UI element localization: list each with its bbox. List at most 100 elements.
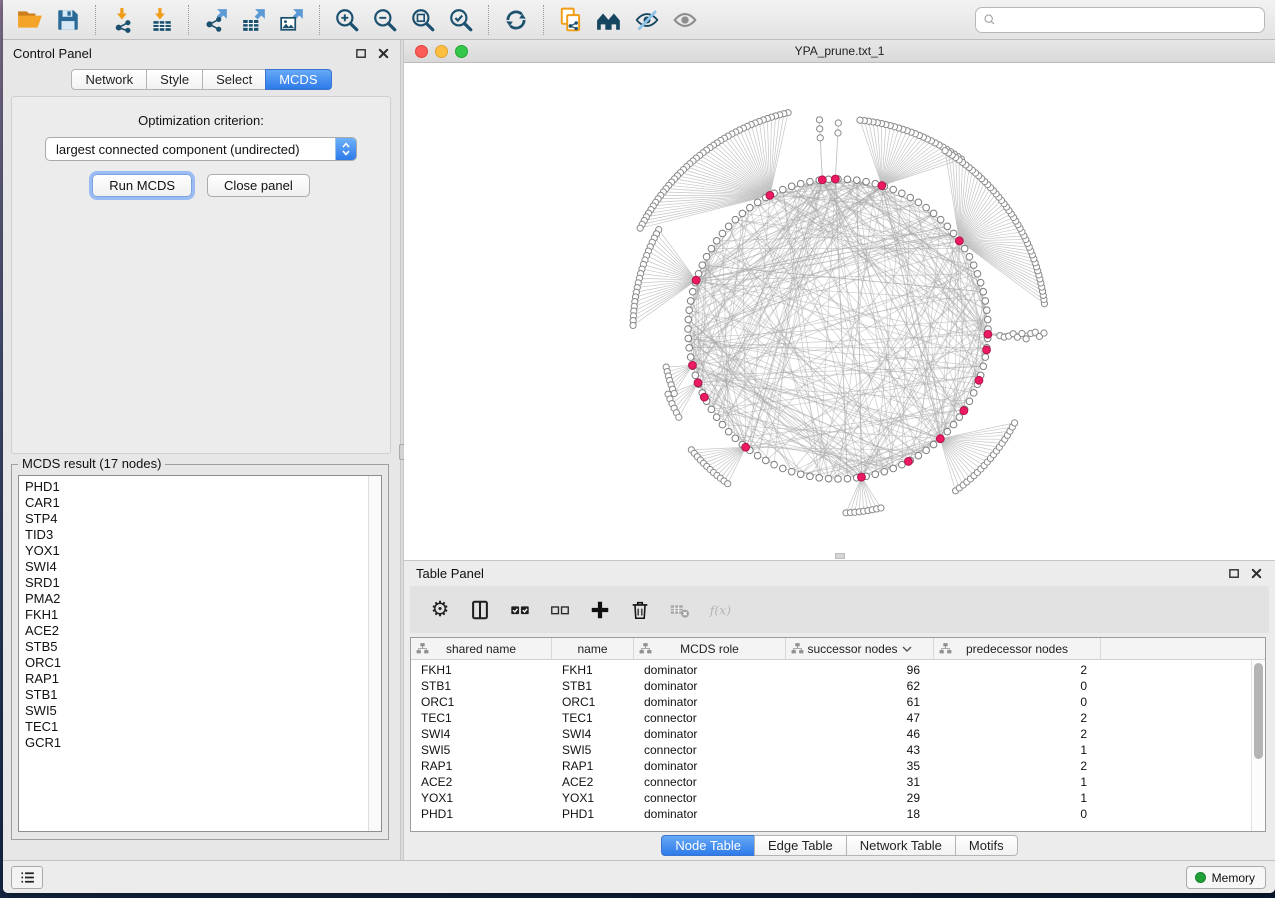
tab-select[interactable]: Select <box>202 69 266 90</box>
delete-table-icon <box>660 592 700 628</box>
mcds-result-item[interactable]: RAP1 <box>25 671 381 687</box>
column-namespace-icon <box>939 642 952 655</box>
network-graph-svg[interactable] <box>404 63 1275 560</box>
window-close-light[interactable] <box>415 45 428 58</box>
column-header-shared-name[interactable]: shared name <box>411 638 552 659</box>
float-panel-icon[interactable] <box>355 47 368 60</box>
mcds-result-box: MCDS result (17 nodes) PHD1CAR1STP4TID3Y… <box>11 464 389 840</box>
column-header-MCDS-role[interactable]: MCDS role <box>634 638 786 659</box>
tab-node-table[interactable]: Node Table <box>661 835 755 856</box>
window-zoom-light[interactable] <box>455 45 468 58</box>
delete-column-icon[interactable] <box>620 592 660 628</box>
horizontal-splitter-grip[interactable] <box>835 553 845 559</box>
export-network-icon[interactable] <box>197 3 235 37</box>
tab-network-table[interactable]: Network Table <box>846 835 956 856</box>
table-cell: YOX1 <box>411 790 552 806</box>
mcds-result-item[interactable]: YOX1 <box>25 543 381 559</box>
zoom-selected-icon[interactable] <box>442 3 480 37</box>
search-icon <box>982 12 998 28</box>
tab-network[interactable]: Network <box>71 69 147 90</box>
import-table-icon[interactable] <box>142 3 180 37</box>
table-row[interactable]: FKH1FKH1dominator962 <box>411 662 1265 678</box>
tab-edge-table[interactable]: Edge Table <box>754 835 847 856</box>
memory-button[interactable]: Memory <box>1186 866 1266 889</box>
refresh-layout-icon[interactable] <box>497 3 535 37</box>
mcds-result-item[interactable]: TID3 <box>25 527 381 543</box>
hide-selected-icon[interactable] <box>628 3 666 37</box>
column-namespace-icon <box>639 642 652 655</box>
table-cell: FKH1 <box>411 662 552 678</box>
tab-motifs[interactable]: Motifs <box>955 835 1018 856</box>
network-canvas[interactable] <box>404 63 1275 560</box>
tab-mcds[interactable]: MCDS <box>265 69 331 90</box>
open-file-icon[interactable] <box>11 3 49 37</box>
mcds-result-item[interactable]: ORC1 <box>25 655 381 671</box>
mcds-result-item[interactable]: STP4 <box>25 511 381 527</box>
mcds-result-item[interactable]: PHD1 <box>25 479 381 495</box>
table-row[interactable]: PHD1PHD1dominator180 <box>411 806 1265 822</box>
export-table-icon[interactable] <box>235 3 273 37</box>
table-row[interactable]: STB1STB1dominator620 <box>411 678 1265 694</box>
table-cell: RAP1 <box>552 758 634 774</box>
run-mcds-button[interactable]: Run MCDS <box>92 174 192 197</box>
mcds-result-item[interactable]: PMA2 <box>25 591 381 607</box>
mcds-result-item[interactable]: CAR1 <box>25 495 381 511</box>
table-cell: SWI4 <box>411 726 552 742</box>
close-panel-icon[interactable] <box>377 47 390 60</box>
status-bar: Memory <box>3 860 1275 893</box>
float-table-panel-icon[interactable] <box>1228 567 1241 580</box>
application-window: Control Panel NetworkStyleSelectMCDS Opt… <box>3 0 1275 893</box>
criterion-dropdown[interactable]: largest connected component (undirected) <box>45 137 357 161</box>
table-panel: Table Panel ⚙ <box>404 560 1275 860</box>
table-row[interactable]: ACE2ACE2connector311 <box>411 774 1265 790</box>
mcds-result-item[interactable]: STB5 <box>25 639 381 655</box>
table-scrollbar-thumb[interactable] <box>1254 663 1263 759</box>
mcds-result-item[interactable]: STB1 <box>25 687 381 703</box>
mcds-result-item[interactable]: GCR1 <box>25 735 381 751</box>
table-row[interactable]: TEC1TEC1connector472 <box>411 710 1265 726</box>
select-all-rows-icon[interactable] <box>500 592 540 628</box>
show-columns-icon[interactable] <box>460 592 500 628</box>
zoom-out-icon[interactable] <box>366 3 404 37</box>
tab-style[interactable]: Style <box>146 69 203 90</box>
task-history-button[interactable] <box>11 866 43 889</box>
table-scrollbar[interactable] <box>1251 660 1265 831</box>
import-network-icon[interactable] <box>104 3 142 37</box>
close-panel-button[interactable]: Close panel <box>207 174 310 197</box>
table-cell: STB1 <box>552 678 634 694</box>
table-cell: TEC1 <box>552 710 634 726</box>
add-column-icon[interactable] <box>580 592 620 628</box>
mcds-result-item[interactable]: TEC1 <box>25 719 381 735</box>
column-settings-gear-icon[interactable]: ⚙ <box>420 592 460 628</box>
zoom-in-icon[interactable] <box>328 3 366 37</box>
show-all-icon[interactable] <box>666 3 704 37</box>
table-row[interactable]: ORC1ORC1dominator610 <box>411 694 1265 710</box>
copy-network-icon[interactable] <box>552 3 590 37</box>
mcds-result-item[interactable]: ACE2 <box>25 623 381 639</box>
mcds-result-item[interactable]: SWI5 <box>25 703 381 719</box>
search-input[interactable] <box>1002 13 1258 28</box>
table-row[interactable]: SWI5SWI5connector431 <box>411 742 1265 758</box>
column-header-predecessor-nodes[interactable]: predecessor nodes <box>934 638 1101 659</box>
result-list-scrollbar[interactable] <box>368 476 381 831</box>
mcds-result-item[interactable]: SWI4 <box>25 559 381 575</box>
window-minimize-light[interactable] <box>435 45 448 58</box>
zoom-fit-icon[interactable] <box>404 3 442 37</box>
table-row[interactable]: RAP1RAP1dominator352 <box>411 758 1265 774</box>
column-header-successor-nodes[interactable]: successor nodes <box>786 638 934 659</box>
table-row[interactable]: SWI4SWI4dominator462 <box>411 726 1265 742</box>
mcds-result-items: PHD1CAR1STP4TID3YOX1SWI4SRD1PMA2FKH1ACE2… <box>19 476 381 751</box>
export-image-icon[interactable] <box>273 3 311 37</box>
table-cell: dominator <box>634 694 786 710</box>
table-cell: SWI4 <box>552 726 634 742</box>
save-session-icon[interactable] <box>49 3 87 37</box>
close-table-panel-icon[interactable] <box>1250 567 1263 580</box>
column-header-name[interactable]: name <box>552 638 634 659</box>
mcds-result-item[interactable]: SRD1 <box>25 575 381 591</box>
clear-selection-icon[interactable] <box>540 592 580 628</box>
table-cell: 2 <box>934 662 1101 678</box>
first-neighbors-icon[interactable] <box>590 3 628 37</box>
control-panel-title: Control Panel <box>13 46 92 61</box>
table-row[interactable]: YOX1YOX1connector291 <box>411 790 1265 806</box>
mcds-result-item[interactable]: FKH1 <box>25 607 381 623</box>
